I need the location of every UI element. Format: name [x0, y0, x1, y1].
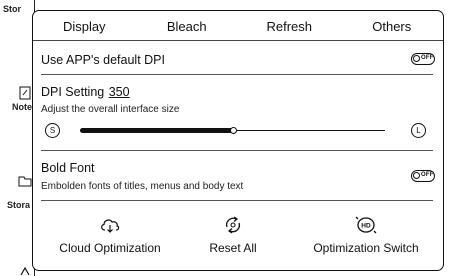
background-label-storage-2: Stora — [7, 200, 31, 210]
optimization-switch-button[interactable]: HD Optimization Switch — [305, 215, 427, 255]
background-label-storage: Stor — [3, 4, 21, 14]
toggle-knob — [413, 55, 420, 62]
screen: Stor Note Stora Display Bleach Refresh O… — [0, 0, 461, 276]
divider — [41, 200, 433, 201]
reset-icon — [193, 215, 273, 235]
optimization-switch-label: Optimization Switch — [313, 241, 419, 255]
cloud-optimization-label: Cloud Optimization — [59, 241, 161, 255]
cloud-download-icon — [55, 215, 165, 235]
dpi-setting-row: DPI Setting 350 Adjust the overall inter… — [41, 83, 435, 123]
divider — [41, 150, 433, 151]
bold-font-label: Bold Font — [41, 161, 95, 175]
bold-font-description: Embolden fonts of titles, menus and body… — [41, 181, 244, 192]
dpi-setting-label: DPI Setting — [41, 85, 105, 99]
dpi-large-button[interactable]: L — [411, 123, 426, 138]
dpi-value[interactable]: 350 — [109, 85, 130, 99]
default-dpi-label: Use APP's default DPI — [41, 53, 165, 67]
divider — [41, 74, 433, 75]
slider-thumb[interactable] — [230, 127, 237, 134]
toggle-state-text: OFF — [421, 55, 434, 61]
tab-bar: Display Bleach Refresh Others — [33, 11, 443, 41]
bold-font-toggle[interactable]: OFF — [411, 170, 435, 182]
cloud-optimization-button[interactable]: Cloud Optimization — [55, 215, 165, 255]
slider-fill — [80, 128, 233, 133]
toggle-state-text: OFF — [421, 172, 434, 178]
tab-bleach[interactable]: Bleach — [136, 18, 239, 34]
share-icon — [18, 265, 32, 276]
tab-others[interactable]: Others — [341, 18, 444, 34]
bold-font-row: Bold Font Embolden fonts of titles, menu… — [41, 161, 435, 195]
tab-display[interactable]: Display — [33, 18, 136, 34]
reset-all-label: Reset All — [209, 241, 257, 255]
background-sidebar: Stor Note Stora — [0, 0, 35, 276]
toggle-knob — [413, 172, 420, 179]
default-dpi-row: Use APP's default DPI OFF — [41, 51, 435, 67]
folder-icon — [18, 174, 32, 188]
display-settings-dialog: Display Bleach Refresh Others Use APP's … — [32, 10, 444, 271]
reset-all-button[interactable]: Reset All — [193, 215, 273, 255]
dpi-slider[interactable]: S L — [33, 121, 443, 141]
tab-refresh[interactable]: Refresh — [238, 18, 341, 34]
dpi-setting-description: Adjust the overall interface size — [41, 104, 180, 115]
hd-switch-icon: HD — [305, 215, 427, 235]
svg-text:HD: HD — [361, 223, 371, 230]
note-icon — [18, 86, 32, 100]
dpi-small-button[interactable]: S — [45, 123, 60, 138]
background-label-notes: Note — [12, 102, 32, 112]
default-dpi-toggle[interactable]: OFF — [411, 53, 435, 65]
